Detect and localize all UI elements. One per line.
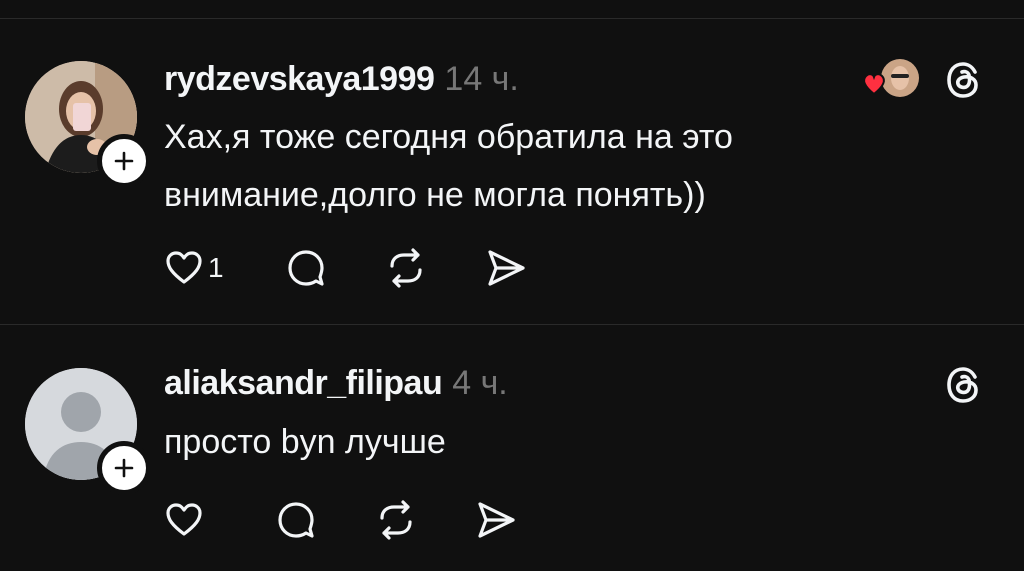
top-divider <box>0 18 1024 19</box>
post-text-line: просто byn лучше <box>164 423 446 461</box>
speech-bubble-icon <box>278 502 314 538</box>
share-button[interactable] <box>474 498 518 542</box>
post-text: Хах,я тоже сегодня обратила на это внима… <box>164 108 924 224</box>
repost-icon <box>380 500 412 540</box>
post-text-line: внимание,долго не могла понять)) <box>164 176 706 214</box>
like-button[interactable] <box>164 500 208 540</box>
heart-icon <box>166 503 202 536</box>
username[interactable]: rydzevskaya1999 <box>164 60 435 98</box>
repost-button[interactable] <box>374 498 418 542</box>
post-text-line: Хах,я тоже сегодня обратила на это <box>164 118 733 156</box>
share-button[interactable] <box>484 246 528 290</box>
reply-button[interactable] <box>274 498 318 542</box>
username-row: rydzevskaya1999 14 ч. <box>164 60 519 99</box>
threads-logo-icon[interactable] <box>944 60 984 105</box>
follow-button[interactable] <box>97 134 151 188</box>
send-icon <box>487 250 525 286</box>
username-row: aliaksandr_filipau 4 ч. <box>164 364 508 403</box>
action-bar <box>164 498 574 542</box>
post-divider <box>0 324 1024 325</box>
send-icon <box>478 502 515 538</box>
username[interactable]: aliaksandr_filipau <box>164 364 443 402</box>
like-count: 1 <box>208 252 224 283</box>
author-liked-indicator <box>860 58 920 105</box>
speech-bubble-icon <box>287 250 324 286</box>
follow-button[interactable] <box>97 441 151 495</box>
repost-button[interactable] <box>384 246 428 290</box>
heart-icon <box>863 73 885 96</box>
repost-icon <box>389 248 422 288</box>
like-button[interactable]: 1 <box>164 248 224 288</box>
timestamp: 14 ч. <box>444 60 519 98</box>
heart-icon <box>166 251 202 284</box>
reply-button[interactable] <box>284 246 328 290</box>
timestamp: 4 ч. <box>452 364 508 402</box>
action-bar: 1 <box>164 246 584 290</box>
plus-icon <box>114 151 134 171</box>
plus-icon <box>114 458 134 478</box>
threads-logo-icon[interactable] <box>944 365 984 410</box>
post-text: просто byn лучше <box>164 413 924 471</box>
